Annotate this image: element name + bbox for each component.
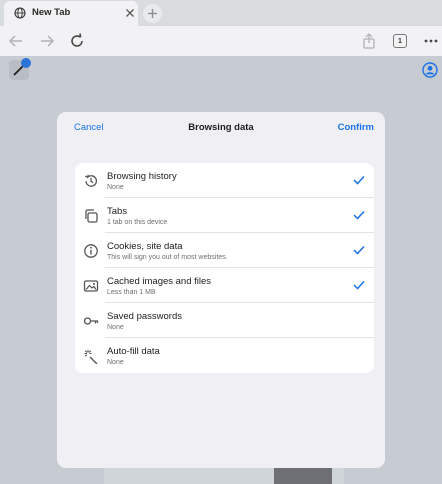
browsing-data-sheet: Cancel Browsing data Confirm Browsing hi…	[57, 112, 385, 468]
history-icon	[84, 174, 98, 187]
item-title: Browsing history	[107, 171, 177, 182]
checkmark-icon	[353, 175, 365, 185]
checkmark-icon	[353, 210, 365, 220]
tab-title: New Tab	[32, 7, 71, 18]
tabs-icon	[85, 209, 98, 223]
share-icon[interactable]	[361, 33, 377, 49]
new-tab-button[interactable]	[143, 4, 162, 23]
content-thumbnail	[274, 467, 332, 484]
list-item-cached-images[interactable]: Cached images and files Less than 1 MB	[75, 268, 374, 303]
plus-icon	[148, 9, 157, 18]
list-item-tabs[interactable]: Tabs 1 tab on this device	[75, 198, 374, 233]
tab-strip: New Tab	[0, 0, 442, 26]
list-item-cookies[interactable]: Cookies, site data This will sign you ou…	[75, 233, 374, 268]
item-subtitle: This will sign you out of most websites.	[107, 254, 228, 261]
globe-icon	[14, 7, 26, 19]
more-icon[interactable]	[423, 33, 439, 49]
close-icon[interactable]	[124, 7, 136, 19]
item-subtitle: None	[107, 324, 124, 331]
back-arrow-icon[interactable]	[8, 33, 24, 49]
confirm-button[interactable]: Confirm	[338, 122, 374, 133]
item-title: Auto-fill data	[107, 346, 160, 357]
item-subtitle: None	[107, 184, 124, 191]
autofill-icon	[84, 350, 98, 364]
list-item-browsing-history[interactable]: Browsing history None	[75, 163, 374, 198]
account-icon[interactable]	[422, 62, 438, 78]
data-type-list: Browsing history None Tabs 1 tab on this…	[75, 163, 374, 373]
toolbar: 1	[0, 26, 442, 56]
item-title: Tabs	[107, 206, 128, 217]
item-title: Saved passwords	[107, 311, 182, 322]
tab-new-tab[interactable]: New Tab	[4, 1, 138, 26]
item-subtitle: 1 tab on this device	[107, 219, 168, 226]
item-subtitle: Less than 1 MB	[107, 289, 156, 296]
checkmark-icon	[353, 280, 365, 290]
sheet-title: Browsing data	[188, 122, 254, 133]
checkmark-icon	[353, 245, 365, 255]
item-subtitle: None	[107, 359, 124, 366]
list-item-saved-passwords[interactable]: Saved passwords None	[75, 303, 374, 338]
item-title: Cached images and files	[107, 276, 212, 287]
key-icon	[83, 317, 99, 325]
tab-switcher-button[interactable]: 1	[393, 34, 407, 48]
image-icon	[83, 280, 99, 292]
reload-icon[interactable]	[69, 33, 85, 49]
forward-arrow-icon[interactable]	[39, 33, 55, 49]
info-icon	[84, 244, 98, 258]
item-title: Cookies, site data	[107, 241, 183, 252]
notification-badge	[21, 58, 31, 68]
list-item-autofill-data[interactable]: Auto-fill data None	[75, 338, 374, 373]
